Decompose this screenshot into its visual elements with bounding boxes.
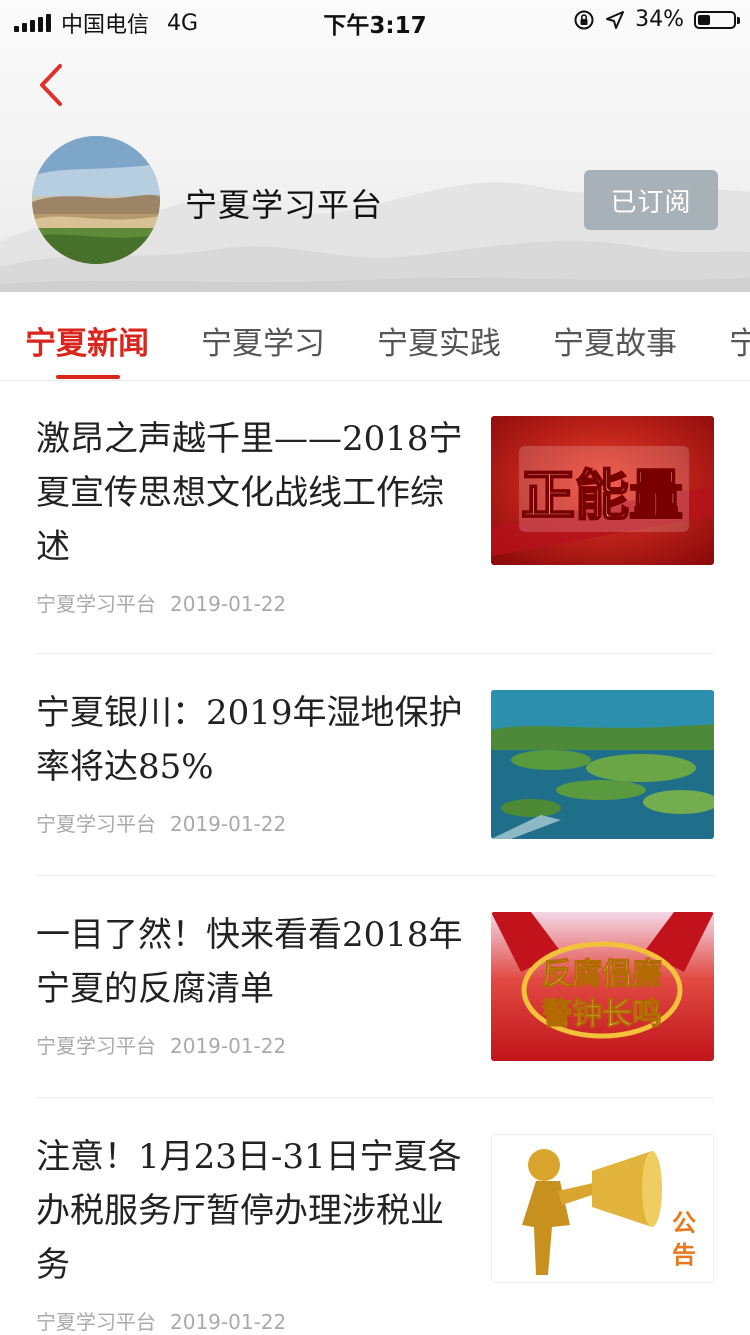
news-title: 注意！1月23日-31日宁夏各办税服务厅暂停办理涉税业务: [36, 1137, 462, 1285]
rotation-lock-icon: [574, 10, 594, 29]
wetland-image: [491, 690, 714, 839]
positive-energy-image: 正能量: [491, 416, 714, 565]
news-thumbnail: 反腐倡廉 警钟长鸣: [491, 912, 714, 1061]
category-tabs: 宁夏新闻 宁夏学习 宁夏实践 宁夏故事 宁: [0, 292, 750, 381]
status-bar: 中国电信 4G 下午3:17 34%: [0, 0, 750, 40]
tab-ningxia-study[interactable]: 宁夏学习: [201, 318, 325, 363]
divider: [36, 1097, 714, 1098]
battery-icon: [694, 10, 740, 29]
active-tab-indicator: [56, 375, 120, 379]
channel-avatar[interactable]: [32, 136, 160, 264]
news-item[interactable]: 一目了然！快来看看2018年宁夏的反腐清单 宁夏学习平台 2019-01-22 反…: [36, 908, 714, 1068]
channel-name: 宁夏学习平台: [185, 186, 384, 224]
news-item[interactable]: 宁夏银川：2019年湿地保护率将达85% 宁夏学习平台 2019-01-22: [36, 686, 714, 846]
tab-ningxia-more[interactable]: 宁: [729, 318, 750, 363]
news-meta: 宁夏学习平台 2019-01-22: [36, 808, 286, 837]
divider: [36, 653, 714, 654]
news-date: 2019-01-22: [170, 1310, 287, 1334]
landscape-avatar: [32, 136, 160, 264]
tab-ningxia-story[interactable]: 宁夏故事: [553, 318, 677, 363]
anti-corruption-image: 反腐倡廉 警钟长鸣: [491, 912, 714, 1061]
news-title: 激昂之声越千里——2018宁夏宣传思想文化战线工作综述: [36, 419, 463, 567]
news-meta: 宁夏学习平台 2019-01-22: [36, 588, 286, 617]
news-date: 2019-01-22: [170, 1034, 287, 1058]
divider: [36, 875, 714, 876]
news-item[interactable]: 激昂之声越千里——2018宁夏宣传思想文化战线工作综述 宁夏学习平台 2019-0…: [36, 412, 714, 622]
news-thumbnail: 公 告: [491, 1134, 714, 1283]
battery-percent: 34%: [635, 7, 684, 32]
news-date: 2019-01-22: [170, 812, 287, 836]
news-source: 宁夏学习平台: [36, 592, 156, 616]
tab-ningxia-practice[interactable]: 宁夏实践: [377, 318, 501, 363]
news-meta: 宁夏学习平台 2019-01-22: [36, 1030, 286, 1059]
news-thumbnail: [491, 690, 714, 839]
back-button[interactable]: [30, 60, 78, 112]
subscribed-button[interactable]: 已订阅: [584, 170, 718, 230]
chevron-left-icon: [40, 64, 62, 106]
thumbnail-text-line-2: 告: [672, 1241, 696, 1269]
thumbnail-text-line-1: 公: [672, 1209, 696, 1237]
announcement-image: 公 告: [522, 1149, 696, 1275]
thumbnail-text-line-2: 警钟长鸣: [542, 997, 662, 1032]
channel-header: 中国电信 4G 下午3:17 34% 宁夏学习平台 已订阅: [0, 0, 750, 292]
news-thumbnail: 正能量: [491, 416, 714, 565]
news-source: 宁夏学习平台: [36, 1310, 156, 1334]
news-title: 宁夏银川：2019年湿地保护率将达85%: [36, 693, 463, 787]
news-meta: 宁夏学习平台 2019-01-22: [36, 1306, 286, 1335]
news-source: 宁夏学习平台: [36, 1034, 156, 1058]
thumbnail-text-line-1: 反腐倡廉: [542, 957, 662, 992]
thumbnail-text: 正能量: [521, 464, 683, 527]
news-item[interactable]: 注意！1月23日-31日宁夏各办税服务厅暂停办理涉税业务 宁夏学习平台 2019-…: [36, 1130, 714, 1334]
news-source: 宁夏学习平台: [36, 812, 156, 836]
location-arrow-icon: [606, 10, 625, 29]
news-date: 2019-01-22: [170, 592, 287, 616]
tab-ningxia-news[interactable]: 宁夏新闻: [25, 318, 149, 363]
news-title: 一目了然！快来看看2018年宁夏的反腐清单: [36, 915, 463, 1009]
